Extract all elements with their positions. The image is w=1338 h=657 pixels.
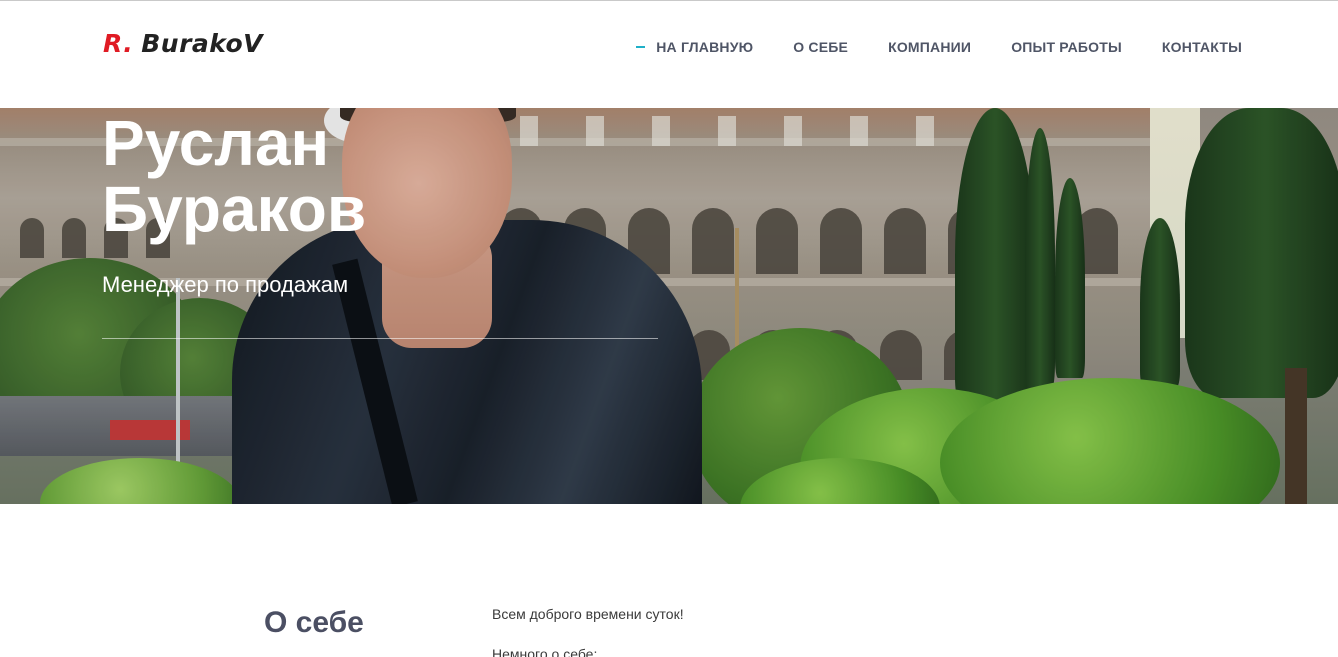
hero-name: Руслан Бураков [102, 110, 522, 242]
nav-about[interactable]: О СЕБЕ [793, 39, 848, 55]
about-heading: О себе [264, 606, 364, 639]
logo-name: BurakoV [141, 29, 264, 58]
hero-divider [102, 338, 658, 339]
nav-companies-label: КОМПАНИИ [888, 39, 972, 55]
site-logo[interactable]: R. BurakoV [103, 29, 263, 69]
nav-home[interactable]: НА ГЛАВНУЮ [636, 39, 753, 55]
about-paragraph-greeting: Всем доброго времени суток! [492, 606, 684, 622]
nav-about-label: О СЕБЕ [793, 39, 849, 55]
hero-name-last: Бураков [102, 173, 367, 245]
hero-name-first: Руслан [102, 108, 330, 179]
nav-companies[interactable]: КОМПАНИИ [888, 39, 971, 55]
hero-banner: Руслан Бураков Менеджер по продажам [0, 108, 1338, 504]
logo-prefix: R. [103, 29, 134, 58]
active-dash-icon [636, 46, 646, 48]
hero-subtitle: Менеджер по продажам [102, 272, 349, 297]
nav-experience-label: ОПЫТ РАБОТЫ [1011, 39, 1122, 55]
nav-contacts[interactable]: КОНТАКТЫ [1162, 39, 1242, 55]
about-paragraph-intro: Немного о себе: [492, 646, 598, 657]
main-nav: НА ГЛАВНУЮ О СЕБЕ КОМПАНИИ ОПЫТ РАБОТЫ К… [636, 39, 1242, 55]
nav-contacts-label: КОНТАКТЫ [1161, 39, 1242, 55]
site-header: R. BurakoV НА ГЛАВНУЮ О СЕБЕ КОМПАНИИ ОП… [0, 1, 1338, 108]
nav-home-label: НА ГЛАВНУЮ [656, 39, 754, 55]
nav-experience[interactable]: ОПЫТ РАБОТЫ [1011, 39, 1122, 55]
